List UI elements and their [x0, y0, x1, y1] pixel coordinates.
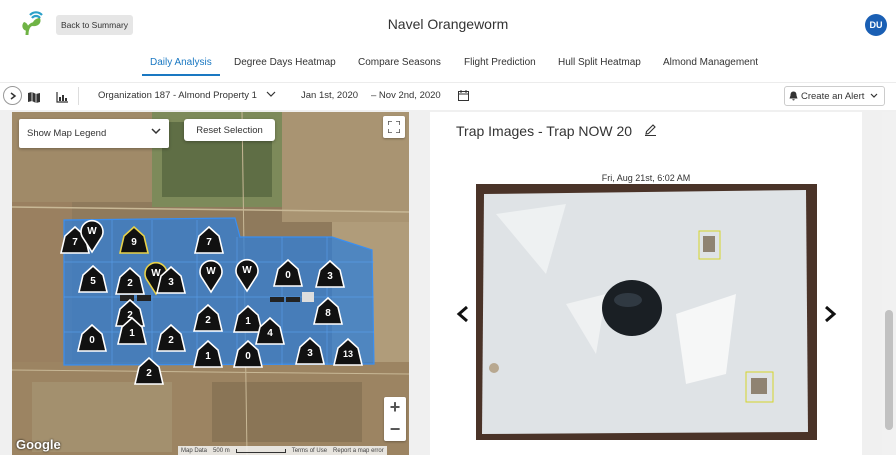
- marker-label: 0: [245, 351, 251, 362]
- marker-label: W: [206, 266, 216, 277]
- marker-label: 2: [146, 368, 152, 379]
- google-logo: Google: [16, 437, 61, 452]
- marker-label: 3: [327, 271, 333, 282]
- weather-station-marker[interactable]: W: [199, 259, 223, 294]
- fullscreen-button[interactable]: [383, 116, 405, 138]
- trap-count-marker[interactable]: 13: [332, 337, 364, 366]
- active-tab-indicator: [142, 74, 220, 76]
- trap-count-marker[interactable]: 1: [232, 304, 264, 333]
- marker-label: 2: [127, 278, 133, 289]
- create-alert-button[interactable]: Create an Alert: [784, 86, 885, 106]
- marker-label: 8: [325, 308, 331, 319]
- marker-label: 4: [267, 328, 273, 339]
- trap-count-marker[interactable]: 2: [133, 356, 165, 385]
- marker-label: W: [87, 226, 97, 237]
- chevron-down-icon: [266, 91, 276, 97]
- marker-label: 9: [131, 237, 137, 248]
- chevron-right-icon: [10, 91, 16, 100]
- map-view-icon[interactable]: [26, 89, 42, 105]
- organization-select[interactable]: Organization 187 - Almond Property 1: [98, 90, 276, 101]
- marker-label: 13: [343, 349, 353, 359]
- previous-image-arrow-icon[interactable]: [456, 305, 470, 323]
- map-scale-label: 500 m: [213, 447, 230, 454]
- trap-count-marker[interactable]: 1: [192, 339, 224, 368]
- bell-icon: [789, 91, 798, 101]
- trap-count-marker[interactable]: 8: [312, 296, 344, 325]
- marker-label: W: [242, 265, 252, 276]
- trap-count-marker[interactable]: 0: [232, 339, 264, 368]
- trap-count-marker[interactable]: 7: [193, 225, 225, 254]
- trap-count-marker[interactable]: 2: [155, 323, 187, 352]
- marker-label: W: [151, 268, 161, 279]
- top-bar: Back to Summary Navel Orangeworm DU: [0, 0, 896, 48]
- marker-label: 5: [90, 276, 96, 287]
- marker-label: 1: [129, 328, 135, 339]
- marker-label: 0: [89, 335, 95, 346]
- tab-daily-analysis[interactable]: Daily Analysis: [150, 57, 212, 68]
- tab-degree-days-heatmap[interactable]: Degree Days Heatmap: [234, 57, 336, 68]
- zoom-controls: + −: [384, 397, 406, 441]
- marker-label: 1: [205, 351, 211, 362]
- marker-label: 7: [206, 237, 212, 248]
- marker-label: 2: [205, 315, 211, 326]
- trap-count-marker[interactable]: 2: [114, 266, 146, 295]
- marker-label: 3: [307, 348, 313, 359]
- chevron-down-icon: [870, 93, 878, 98]
- marker-label: 2: [168, 335, 174, 346]
- calendar-icon[interactable]: [458, 90, 469, 101]
- panel-scrollbar[interactable]: [882, 112, 896, 455]
- chevron-down-icon: [151, 128, 161, 135]
- map-scale-bar: [235, 448, 286, 453]
- trap-count-marker[interactable]: 0: [76, 323, 108, 352]
- trap-count-marker[interactable]: 3: [294, 336, 326, 365]
- tab-flight-prediction[interactable]: Flight Prediction: [464, 57, 536, 68]
- trap-count-marker[interactable]: 0: [272, 258, 304, 287]
- end-date-input[interactable]: – Nov 2nd, 2020: [371, 90, 441, 101]
- reset-selection-button[interactable]: Reset Selection: [184, 119, 275, 141]
- trap-images-title: Trap Images - Trap NOW 20: [456, 123, 633, 139]
- marker-label: 7: [72, 237, 78, 248]
- next-image-arrow-icon[interactable]: [823, 305, 837, 323]
- weather-station-marker[interactable]: W: [235, 258, 259, 293]
- marker-label: 0: [285, 270, 291, 281]
- zoom-out-button[interactable]: −: [384, 419, 406, 441]
- terms-link[interactable]: Terms of Use: [292, 448, 327, 454]
- trap-count-marker[interactable]: 3: [314, 259, 346, 288]
- marker-label: 1: [245, 316, 251, 327]
- report-error-link[interactable]: Report a map error: [333, 448, 384, 454]
- toolbar-divider: [78, 87, 79, 105]
- map-data-link[interactable]: Map Data: [181, 448, 207, 454]
- scrollbar-thumb[interactable]: [885, 310, 893, 430]
- toolbar: Organization 187 - Almond Property 1 Jan…: [0, 82, 896, 110]
- trap-count-marker[interactable]: 9: [118, 225, 150, 254]
- avatar[interactable]: DU: [865, 14, 887, 36]
- marker-label: 3: [168, 277, 174, 288]
- trap-markers-layer: 7W9 75 2W3W W 0 3214280121 0 3 132: [59, 219, 364, 385]
- pencil-icon[interactable]: [644, 123, 657, 136]
- trap-image: [476, 184, 817, 440]
- start-date-input[interactable]: Jan 1st, 2020: [301, 90, 358, 101]
- trap-image-timestamp: Fri, Aug 21st, 6:02 AM: [601, 173, 691, 183]
- zoom-in-button[interactable]: +: [384, 397, 406, 419]
- analysis-tabs: Daily Analysis Degree Days Heatmap Compa…: [0, 50, 896, 78]
- trap-count-marker[interactable]: 5: [77, 264, 109, 293]
- tab-almond-management[interactable]: Almond Management: [663, 57, 758, 68]
- fullscreen-icon: [388, 121, 400, 133]
- map-legend-select[interactable]: Show Map Legend: [19, 119, 169, 148]
- expand-sidebar-button[interactable]: [3, 86, 22, 105]
- trap-count-marker[interactable]: 2: [192, 303, 224, 332]
- tab-hull-split-heatmap[interactable]: Hull Split Heatmap: [558, 57, 641, 68]
- chart-view-icon[interactable]: [54, 89, 70, 105]
- page-title: Navel Orangeworm: [387, 16, 509, 32]
- tab-compare-seasons[interactable]: Compare Seasons: [358, 57, 441, 68]
- map-attribution: Map Data 500 m Terms of Use Report a map…: [178, 446, 387, 455]
